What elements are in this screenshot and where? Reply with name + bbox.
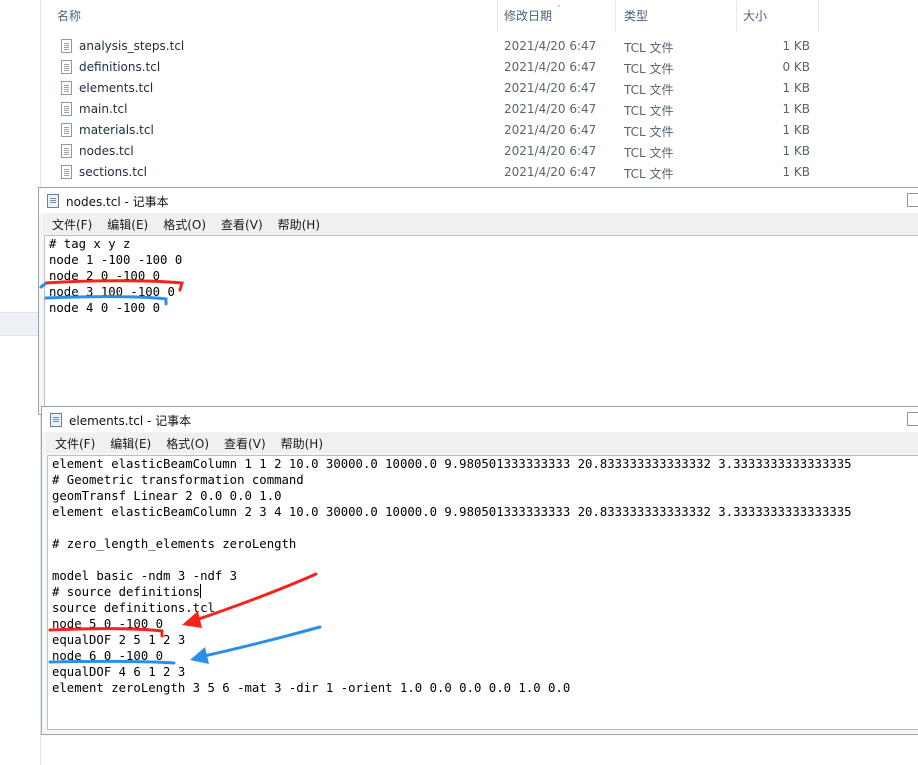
file-row[interactable]: nodes.tcl 2021/4/20 6:47 TCL 文件 1 KB — [41, 141, 918, 162]
code-line: # tag x y z — [49, 237, 131, 251]
column-header-name[interactable]: 名称 — [41, 0, 498, 32]
text-editor[interactable]: # tag x y z node 1 -100 -100 0 node 2 0 … — [44, 235, 918, 408]
notepad-icon — [50, 413, 62, 427]
code-line: geomTransf Linear 2 0.0 0.0 1.0 — [52, 489, 282, 503]
file-name: elements.tcl — [79, 81, 154, 95]
file-name: main.tcl — [79, 102, 128, 116]
menu-format[interactable]: 格式(O) — [166, 434, 209, 454]
file-row[interactable]: main.tcl 2021/4/20 6:47 TCL 文件 1 KB — [41, 99, 918, 120]
column-header-type-label: 类型 — [624, 9, 649, 23]
notepad-window-elements: elements.tcl - 记事本 文件(F) 编辑(E) 格式(O) 查看(V) 帮… — [41, 406, 918, 735]
file-size: 1 KB — [782, 165, 810, 179]
text-caret — [200, 584, 202, 598]
file-date: 2021/4/20 6:47 — [504, 39, 597, 53]
title-bar[interactable]: elements.tcl - 记事本 — [42, 407, 918, 432]
file-date: 2021/4/20 6:47 — [504, 123, 597, 137]
code-line: node 3 100 -100 0 — [49, 285, 175, 299]
menu-view[interactable]: 查看(V) — [224, 434, 266, 454]
menu-file[interactable]: 文件(F) — [52, 215, 92, 235]
column-header-date[interactable]: ˄ 修改日期 — [498, 0, 616, 32]
code-line-text: # source definitions — [52, 585, 201, 599]
code-line: equalDOF 4 6 1 2 3 — [52, 665, 186, 679]
column-header-size[interactable]: 大小 — [737, 0, 819, 32]
file-list: analysis_steps.tcl 2021/4/20 6:47 TCL 文件 1 … — [41, 36, 918, 183]
file-size: 1 KB — [782, 144, 810, 158]
menu-help[interactable]: 帮助(H) — [281, 434, 323, 454]
code-line: element zeroLength 3 5 6 -mat 3 -dir 1 -… — [52, 681, 571, 695]
menu-view[interactable]: 查看(V) — [221, 215, 263, 235]
menu-format[interactable]: 格式(O) — [163, 215, 206, 235]
file-size: 1 KB — [782, 81, 810, 95]
file-row[interactable]: analysis_steps.tcl 2021/4/20 6:47 TCL 文件 1 … — [41, 36, 918, 57]
menu-bar: 文件(F) 编辑(E) 格式(O) 查看(V) 帮助(H) — [43, 214, 918, 234]
file-row[interactable]: definitions.tcl 2021/4/20 6:47 TCL 文件 0 KB — [41, 57, 918, 78]
tcl-file-icon — [61, 81, 72, 95]
navigation-pane-selection — [0, 312, 40, 336]
menu-file[interactable]: 文件(F) — [55, 434, 95, 454]
code-line: element elasticBeamColumn 1 1 2 10.0 300… — [52, 457, 852, 471]
column-header-type[interactable]: 类型 — [616, 0, 737, 32]
column-header-name-label: 名称 — [57, 9, 82, 23]
file-name: sections.tcl — [79, 165, 147, 179]
file-name: analysis_steps.tcl — [79, 39, 185, 53]
code-line: node 1 -100 -100 0 — [49, 253, 183, 267]
menu-edit[interactable]: 编辑(E) — [110, 434, 151, 454]
tcl-file-icon — [61, 39, 72, 53]
sort-chevron-icon: ˄ — [556, 5, 562, 15]
file-date: 2021/4/20 6:47 — [504, 60, 597, 74]
file-name: nodes.tcl — [79, 144, 134, 158]
file-type: TCL 文件 — [624, 167, 674, 181]
window-control-button[interactable] — [907, 193, 918, 207]
file-date: 2021/4/20 6:47 — [504, 102, 597, 116]
file-type: TCL 文件 — [624, 83, 674, 97]
menu-bar: 文件(F) 编辑(E) 格式(O) 查看(V) 帮助(H) — [46, 433, 918, 453]
menu-help[interactable]: 帮助(H) — [278, 215, 320, 235]
column-header-date-label: 修改日期 — [504, 9, 553, 23]
code-line: equalDOF 2 5 1 2 3 — [52, 633, 186, 647]
file-name: definitions.tcl — [79, 60, 161, 74]
file-date: 2021/4/20 6:47 — [504, 165, 597, 179]
tcl-file-icon — [61, 144, 72, 158]
text-editor[interactable]: element elasticBeamColumn 1 1 2 10.0 300… — [47, 455, 918, 730]
tcl-file-icon — [61, 123, 72, 137]
title-bar[interactable]: nodes.tcl - 记事本 — [39, 188, 918, 213]
window-title: elements.tcl - 记事本 — [69, 414, 192, 428]
code-line: node 2 0 -100 0 — [49, 269, 161, 283]
file-size: 0 KB — [782, 60, 810, 74]
file-date: 2021/4/20 6:47 — [504, 81, 597, 95]
menu-edit[interactable]: 编辑(E) — [107, 215, 148, 235]
file-type: TCL 文件 — [624, 41, 674, 55]
file-row[interactable]: elements.tcl 2021/4/20 6:47 TCL 文件 1 KB — [41, 78, 918, 99]
navigation-pane — [0, 0, 41, 765]
code-line: element elasticBeamColumn 2 3 4 10.0 300… — [52, 505, 852, 519]
window-control-button[interactable] — [907, 412, 918, 426]
file-name: materials.tcl — [79, 123, 154, 137]
column-header-size-label: 大小 — [743, 9, 768, 23]
code-line: model basic -ndm 3 -ndf 3 — [52, 569, 238, 583]
column-header-bar: 名称 ˄ 修改日期 类型 大小 — [41, 0, 918, 32]
tcl-file-icon — [61, 165, 72, 179]
file-row[interactable]: materials.tcl 2021/4/20 6:47 TCL 文件 1 KB — [41, 120, 918, 141]
tcl-file-icon — [61, 60, 72, 74]
file-type: TCL 文件 — [624, 125, 674, 139]
code-line-with-caret: # source definitions — [52, 584, 202, 600]
code-line: # zero_length_elements zeroLength — [52, 537, 297, 551]
code-line: node 4 0 -100 0 — [49, 301, 161, 315]
file-date: 2021/4/20 6:47 — [504, 144, 597, 158]
code-line: node 6 0 -100 0 — [52, 649, 164, 663]
notepad-icon — [47, 194, 59, 208]
code-line: source definitions.tcl — [52, 601, 215, 615]
notepad-window-nodes: nodes.tcl - 记事本 文件(F) 编辑(E) 格式(O) 查看(V) 帮助(H… — [38, 187, 918, 415]
window-title: nodes.tcl - 记事本 — [66, 195, 169, 209]
code-line: node 5 0 -100 0 — [52, 617, 164, 631]
file-type: TCL 文件 — [624, 104, 674, 118]
file-size: 1 KB — [782, 123, 810, 137]
file-type: TCL 文件 — [624, 146, 674, 160]
file-type: TCL 文件 — [624, 62, 674, 76]
code-line: # Geometric transformation command — [52, 473, 304, 487]
file-row[interactable]: sections.tcl 2021/4/20 6:47 TCL 文件 1 KB — [41, 162, 918, 183]
tcl-file-icon — [61, 102, 72, 116]
file-size: 1 KB — [782, 39, 810, 53]
file-size: 1 KB — [782, 102, 810, 116]
